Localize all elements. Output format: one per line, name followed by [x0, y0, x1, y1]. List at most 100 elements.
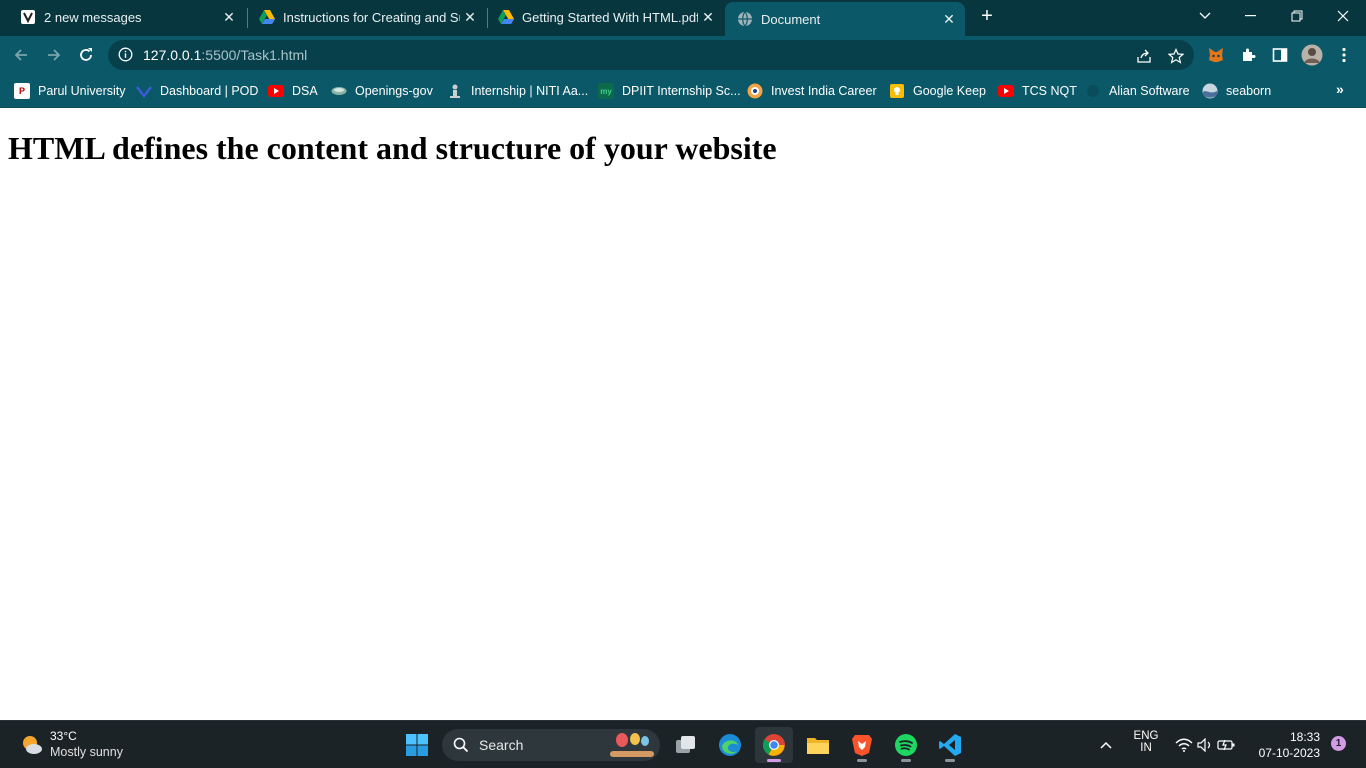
weather-temperature[interactable]: 33°C	[50, 729, 77, 743]
wifi-icon	[1175, 738, 1193, 752]
youtube-icon	[268, 83, 284, 99]
chrome-button[interactable]	[755, 727, 793, 763]
bookmark-dsa[interactable]: DSA	[268, 82, 318, 100]
bookmark-label: DSA	[292, 84, 318, 98]
bookmark-label: Invest India Career	[771, 84, 877, 98]
chrome-icon	[762, 734, 785, 756]
metamask-icon[interactable]	[1205, 44, 1227, 66]
task-view-icon	[676, 736, 695, 753]
close-icon[interactable]: ✕	[698, 7, 718, 27]
share-icon[interactable]	[1134, 46, 1154, 66]
spotify-button[interactable]	[887, 727, 925, 763]
menu-icon[interactable]	[1333, 44, 1355, 66]
bookmark-label: Parul University	[38, 84, 126, 98]
bookmark-dashboard-pod[interactable]: Dashboard | POD	[136, 82, 258, 100]
bookmark-label: Alian Software	[1109, 84, 1190, 98]
file-explorer-button[interactable]	[799, 727, 837, 763]
language-indicator[interactable]: ENG IN	[1129, 730, 1163, 754]
clock[interactable]: 18:33 07-10-2023	[1259, 729, 1320, 761]
address-bar[interactable]: 127.0.0.1:5500/Task1.html	[108, 40, 1194, 70]
windows-icon	[406, 734, 428, 756]
extensions-icon[interactable]	[1237, 44, 1259, 66]
forward-button[interactable]	[42, 43, 66, 67]
page-heading: HTML defines the content and structure o…	[8, 130, 777, 166]
chevron-down-icon	[1199, 12, 1211, 19]
tab-document[interactable]: Document ✕	[725, 2, 965, 36]
search-placeholder: Search	[479, 737, 524, 753]
back-button[interactable]	[9, 43, 33, 67]
bookmark-label: Internship | NITI Aa...	[471, 84, 589, 98]
taskbar-search[interactable]: Search	[442, 729, 660, 761]
bookmark-label: Dashboard | POD	[160, 84, 259, 98]
brave-button[interactable]	[843, 727, 881, 763]
show-hidden-icons-button[interactable]	[1088, 727, 1124, 763]
mail-icon	[20, 9, 36, 25]
url-host: 127.0.0.1	[143, 47, 202, 63]
bookmark-seaborn[interactable]: seaborn	[1202, 82, 1271, 100]
close-icon[interactable]: ✕	[460, 7, 480, 27]
bookmark-parul-university[interactable]: P Parul University	[14, 82, 126, 100]
side-panel-icon[interactable]	[1269, 44, 1291, 66]
gov-icon	[331, 83, 347, 99]
quick-settings-button[interactable]	[1170, 727, 1240, 763]
weather-condition[interactable]: Mostly sunny	[50, 745, 123, 759]
info-icon[interactable]	[118, 47, 133, 67]
bookmark-alian-software[interactable]: Alian Software	[1085, 82, 1190, 100]
reload-button[interactable]	[74, 43, 98, 67]
tab-strip: 2 new messages ✕ Instructions for Creati…	[0, 0, 1366, 36]
close-icon[interactable]: ✕	[939, 9, 959, 29]
edge-icon	[719, 734, 741, 756]
close-icon[interactable]: ✕	[219, 7, 239, 27]
invest-india-icon	[747, 83, 763, 99]
bookmark-openings-gov[interactable]: Openings-gov	[331, 82, 433, 100]
date-text: 07-10-2023	[1258, 746, 1320, 760]
globe-icon	[737, 11, 753, 27]
url-path: :5500/Task1.html	[201, 47, 308, 63]
tab-messages[interactable]: 2 new messages ✕	[8, 0, 245, 34]
bookmark-label: seaborn	[1226, 84, 1272, 98]
bookmark-invest-india[interactable]: Invest India Career	[747, 82, 877, 100]
minimize-button[interactable]	[1228, 0, 1274, 32]
weather-sunny-icon[interactable]	[20, 733, 44, 757]
parul-icon: P	[14, 83, 30, 99]
star-icon[interactable]	[1166, 46, 1186, 66]
bookmarks-overflow-button[interactable]: »	[1336, 81, 1344, 97]
notification-badge[interactable]: 1	[1331, 736, 1346, 751]
alian-icon	[1085, 83, 1101, 99]
vscode-button[interactable]	[931, 727, 969, 763]
restore-button[interactable]	[1274, 0, 1320, 32]
bookmark-internship-niti[interactable]: Internship | NITI Aa...	[447, 82, 588, 100]
seaborn-icon	[1202, 83, 1218, 99]
arrow-left-icon	[14, 49, 27, 61]
start-button[interactable]	[398, 727, 436, 763]
tab-search-button[interactable]	[1182, 0, 1228, 32]
edge-button[interactable]	[711, 727, 749, 763]
google-drive-icon	[259, 9, 275, 25]
tab-title: Instructions for Creating and Sub	[283, 9, 460, 25]
minimize-icon	[1245, 15, 1256, 17]
bookmarks-bar: P Parul University Dashboard | POD DSA O…	[0, 74, 1366, 108]
bookmark-tcs-nqt[interactable]: TCS NQT	[998, 82, 1077, 100]
running-indicator	[767, 759, 781, 762]
close-window-button[interactable]	[1320, 0, 1366, 32]
arrow-right-icon	[48, 49, 61, 61]
tab-instructions[interactable]: Instructions for Creating and Sub ✕	[247, 0, 486, 34]
bookmark-label: Google Keep	[913, 84, 986, 98]
avatar[interactable]	[1301, 44, 1323, 66]
task-view-button[interactable]	[667, 727, 705, 763]
bookmark-dpiit[interactable]: my DPIIT Internship Sc...	[598, 82, 741, 100]
pod-icon	[136, 83, 152, 99]
restore-icon	[1291, 10, 1303, 22]
tab-getting-started[interactable]: Getting Started With HTML.pdf - ✕	[486, 0, 724, 34]
tab-title: Getting Started With HTML.pdf -	[522, 9, 698, 25]
speaker-icon	[1197, 738, 1211, 752]
bookmark-google-keep[interactable]: Google Keep	[889, 82, 986, 100]
time-text: 18:33	[1289, 730, 1320, 744]
google-keep-icon	[889, 83, 905, 99]
spotify-icon	[895, 734, 917, 756]
browser-toolbar: 127.0.0.1:5500/Task1.html	[0, 36, 1366, 74]
youtube-icon	[998, 83, 1014, 99]
new-tab-button[interactable]: +	[976, 5, 998, 27]
search-icon	[453, 737, 469, 758]
niti-icon	[447, 83, 463, 99]
